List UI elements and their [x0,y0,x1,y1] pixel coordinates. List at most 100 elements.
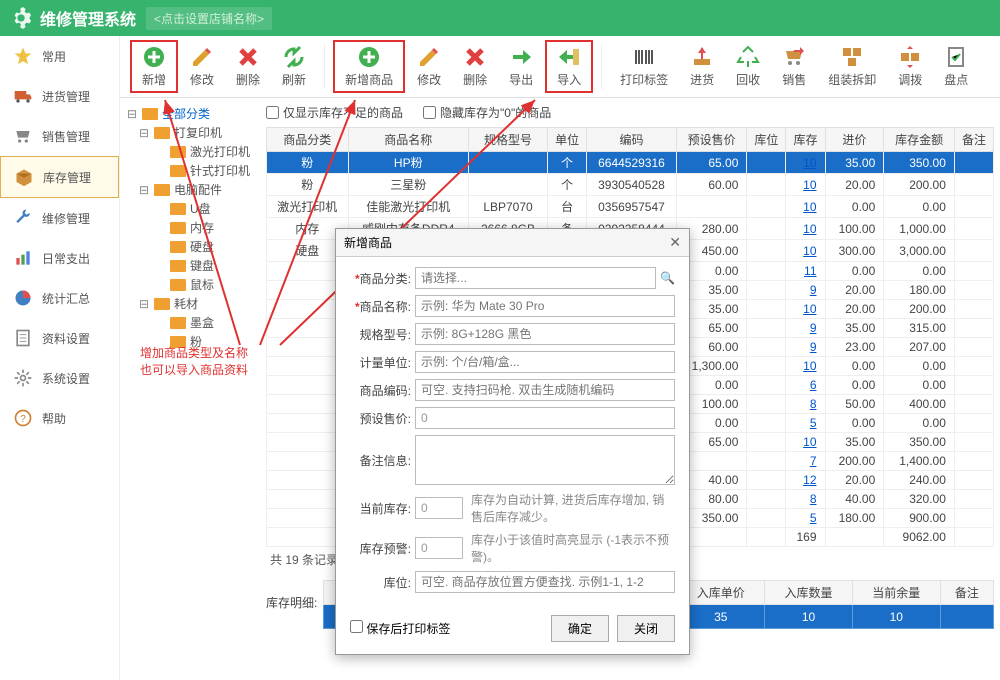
search-icon[interactable]: 🔍 [660,271,675,285]
col-header[interactable]: 进价 [825,128,884,152]
tree-node[interactable]: 激光打印机 [126,142,254,161]
name-field[interactable] [415,295,675,317]
collapse-icon[interactable]: ⊟ [138,183,150,197]
edit-category-button[interactable]: 修改 [180,40,224,93]
add-product-dialog: 新增商品 ✕ *商品分类:🔍 *商品名称: 规格型号: 计量单位: 商品编码: … [335,228,690,655]
stock-link[interactable]: 12 [803,473,816,487]
tree-node[interactable]: 硬盘 [126,237,254,256]
collapse-icon[interactable]: ⊟ [138,297,150,311]
arrow-right-icon [509,45,533,69]
shop-name-button[interactable]: <点击设置店铺名称> [146,7,272,30]
col-header[interactable]: 库位 [747,128,786,152]
col-header[interactable]: 规格型号 [468,128,547,152]
tree-node[interactable]: ⊟耗材 [126,294,254,313]
tree-node[interactable]: 内存 [126,218,254,237]
stock-link[interactable]: 10 [803,359,816,373]
truck-icon [12,86,34,106]
tree-node[interactable]: 键盘 [126,256,254,275]
collapse-icon[interactable]: ⊟ [126,107,138,121]
memo-field[interactable] [415,435,675,485]
sidebar-item-stats[interactable]: 统计汇总 [0,278,119,318]
sidebar-item-common[interactable]: 常用 [0,36,119,76]
stock-link[interactable]: 10 [803,244,816,258]
sidebar-item-help[interactable]: ?帮助 [0,398,119,438]
check-button[interactable]: 盘点 [934,40,978,93]
add-category-button[interactable]: 新增 [130,40,178,93]
stock-link[interactable]: 9 [810,321,817,335]
stock-link[interactable]: 8 [810,492,817,506]
spec-field[interactable] [415,323,675,345]
price-field[interactable] [415,407,675,429]
sidebar-item-sales[interactable]: 销售管理 [0,116,119,156]
x-icon [463,45,487,69]
col-header[interactable]: 库存 [786,128,825,152]
assemble-button[interactable]: 组装拆卸 [818,40,886,93]
tree-node[interactable]: ⊟打复印机 [126,123,254,142]
cancel-button[interactable]: 关闭 [617,615,675,642]
box-icon [13,167,35,187]
recycle-button[interactable]: 回收 [726,40,770,93]
transfer-button[interactable]: 调拨 [888,40,932,93]
sidebar-item-expense[interactable]: 日常支出 [0,238,119,278]
close-icon[interactable]: ✕ [669,234,681,251]
stock-link[interactable]: 8 [810,397,817,411]
code-field[interactable] [415,379,675,401]
export-button[interactable]: 导出 [499,40,543,93]
col-header[interactable]: 编码 [587,128,677,152]
stock-link[interactable]: 7 [810,454,817,468]
delete-category-button[interactable]: 删除 [226,40,270,93]
edit-product-button[interactable]: 修改 [407,40,451,93]
collapse-icon[interactable]: ⊟ [138,126,150,140]
save-print-checkbox[interactable]: 保存后打印标签 [350,620,450,637]
stock-link[interactable]: 10 [803,302,816,316]
tree-node[interactable]: ⊟电脑配件 [126,180,254,199]
stock-link[interactable]: 10 [803,222,816,236]
col-header[interactable]: 备注 [954,128,993,152]
col-header[interactable]: 商品名称 [348,128,468,152]
stock-link[interactable]: 5 [810,511,817,525]
stock-link[interactable]: 5 [810,416,817,430]
stock-link[interactable]: 10 [803,156,816,170]
stock-link[interactable]: 9 [810,283,817,297]
unit-field[interactable] [415,351,675,373]
print-label-button[interactable]: 打印标签 [610,40,678,93]
delete-product-button[interactable]: 删除 [453,40,497,93]
table-row[interactable]: 粉HP粉个664452931665.001035.00350.00 [267,152,994,174]
wrench-icon [12,208,34,228]
cart-out-icon [782,45,806,69]
sidebar-item-purchase[interactable]: 进货管理 [0,76,119,116]
stock-link[interactable]: 10 [803,435,816,449]
tree-node[interactable]: 墨盒 [126,313,254,332]
filter-lowstock[interactable]: 仅显示库存不足的商品 [266,104,403,121]
ok-button[interactable]: 确定 [551,615,609,642]
stock-link[interactable]: 11 [804,264,816,278]
sale-button[interactable]: 销售 [772,40,816,93]
stock-link[interactable]: 10 [803,178,816,192]
col-header[interactable]: 单位 [548,128,587,152]
tree-root[interactable]: ⊟全部分类 [126,104,254,123]
sidebar-item-inventory[interactable]: 库存管理 [0,156,119,198]
stock-link[interactable]: 6 [810,378,817,392]
sidebar-item-repair[interactable]: 维修管理 [0,198,119,238]
col-header[interactable]: 预设售价 [676,128,747,152]
category-select[interactable] [415,267,656,289]
col-header[interactable]: 库存金额 [884,128,955,152]
col-header[interactable]: 商品分类 [267,128,349,152]
warn-field[interactable] [415,537,463,559]
refresh-button[interactable]: 刷新 [272,40,316,93]
table-row[interactable]: 粉三星粉个393054052860.001020.00200.00 [267,174,994,196]
table-row[interactable]: 激光打印机佳能激光打印机LBP7070台0356957547100.000.00 [267,196,994,218]
import-button[interactable]: 导入 [545,40,593,93]
sidebar-item-data[interactable]: 资料设置 [0,318,119,358]
tree-node[interactable]: 鼠标 [126,275,254,294]
tree-node[interactable]: U盘 [126,199,254,218]
sidebar-item-settings[interactable]: 系统设置 [0,358,119,398]
filter-hidezero[interactable]: 隐藏库存为"0"的商品 [423,104,551,121]
folder-icon [154,184,170,196]
stock-link[interactable]: 10 [803,200,816,214]
stock-link[interactable]: 9 [810,340,817,354]
stockin-button[interactable]: 进货 [680,40,724,93]
add-product-button[interactable]: 新增商品 [333,40,405,93]
tree-node[interactable]: 针式打印机 [126,161,254,180]
location-field[interactable] [415,571,675,593]
